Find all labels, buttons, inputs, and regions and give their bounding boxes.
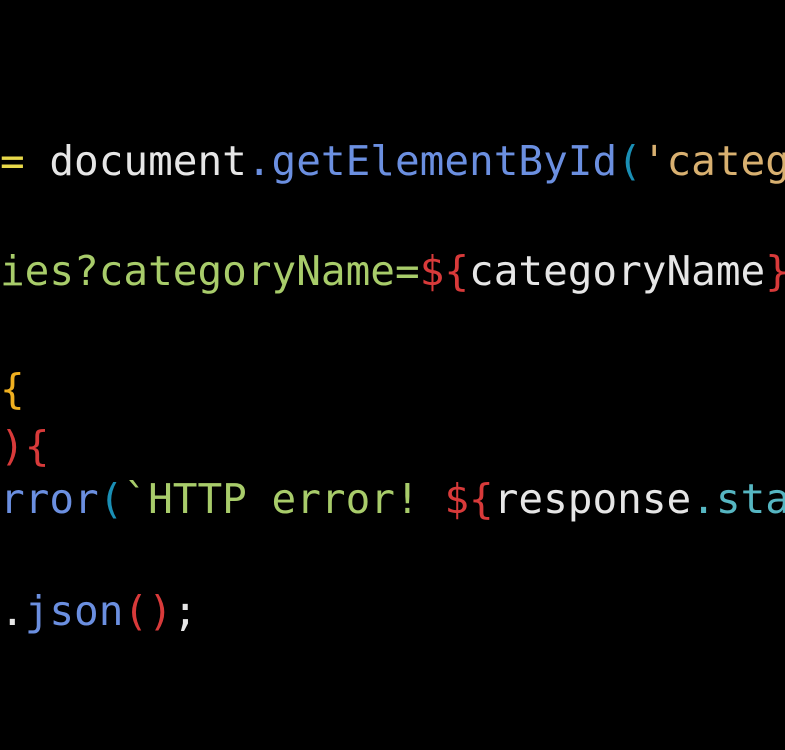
code-token-brace-alt: () xyxy=(123,587,173,635)
code-token-string: 'categ xyxy=(641,137,785,185)
code-token-paren: ( xyxy=(617,137,642,185)
code-token-plain: ; xyxy=(172,587,198,635)
code-token-brace: { xyxy=(0,365,25,413)
code-token-interp: ${ xyxy=(444,475,494,523)
code-token-method: getElementById xyxy=(271,137,618,185)
code-token-plain: response xyxy=(493,475,692,523)
code-token-plain: . xyxy=(0,587,25,635)
code-token-plain: document xyxy=(49,137,247,185)
code-token-paren: ( xyxy=(98,475,124,523)
code-line: .json(); xyxy=(0,586,198,636)
code-line: = document.getElementById('categ xyxy=(0,136,785,186)
code-token-method: . xyxy=(246,137,272,185)
code-token-brace-alt: { xyxy=(24,422,50,470)
code-token-interp: ${ xyxy=(419,247,470,295)
code-line: ){ xyxy=(0,421,49,471)
code-token-template-string: ies?categoryName= xyxy=(0,247,420,295)
code-token-method: rror xyxy=(0,475,99,523)
code-token-interp: } xyxy=(765,247,785,295)
code-editor[interactable]: = document.getElementById('categ ies?cat… xyxy=(0,0,785,750)
code-line: { xyxy=(0,364,25,414)
code-token-template-string: `HTTP error! xyxy=(123,475,445,523)
code-token-property: .sta xyxy=(691,475,785,523)
code-token-plain: categoryName xyxy=(469,247,766,295)
code-token-method: json xyxy=(24,587,124,635)
code-token-operator: = xyxy=(0,137,50,185)
code-token-brace-alt: ) xyxy=(0,422,25,470)
code-line: rror(`HTTP error! ${response.sta xyxy=(0,474,785,524)
code-line: ies?categoryName=${categoryName} xyxy=(0,246,785,296)
